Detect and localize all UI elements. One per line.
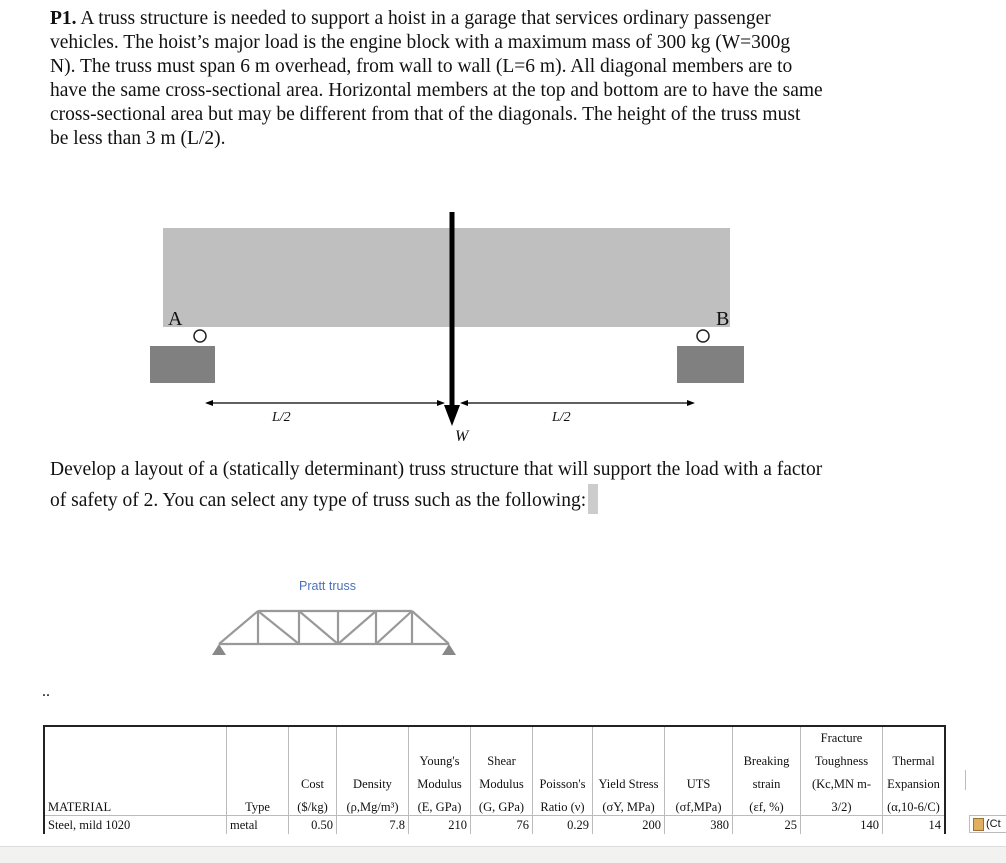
table-cell: 14 <box>882 815 946 834</box>
table-cell: 25 <box>732 815 801 834</box>
column-header: Type <box>226 726 289 819</box>
header-text: Density <box>353 777 392 791</box>
label-b: B <box>716 308 730 330</box>
problem-line: have the same cross-sectional area. Hori… <box>50 80 823 101</box>
pratt-truss-diagram <box>212 609 456 655</box>
table-cell: 380 <box>664 815 733 834</box>
truss-caption: Pratt truss <box>299 579 356 593</box>
problem-line: vehicles. The hoist’s major load is the … <box>50 32 791 53</box>
column-header: Cost ($/kg) <box>288 726 337 819</box>
column-header: UTS (σf,MPa) <box>664 726 733 819</box>
ellipsis: .. <box>42 683 50 700</box>
column-header: Density (ρ,Mg/m³) <box>336 726 409 819</box>
table-cell: 200 <box>592 815 665 834</box>
material-table-row: Steel, mild 1020 metal 0.50 7.8 210 76 0.29 200… <box>43 815 946 834</box>
header-text: (Kc,MN m-3/2) <box>811 777 871 814</box>
table-cell: 0.50 <box>288 815 337 834</box>
problem-line: N). The truss must span 6 m overhead, fr… <box>50 56 793 77</box>
column-header: Thermal Expansion (α,10-6/C) <box>882 726 945 819</box>
column-header: Poisson's Ratio (ν) <box>532 726 593 819</box>
header-text: Yield Stress <box>598 777 659 791</box>
table-cell: 210 <box>408 815 471 834</box>
status-bar <box>0 846 1006 863</box>
header-text: strain <box>752 777 781 791</box>
column-header: Shear Modulus (G, GPa) <box>470 726 533 819</box>
hoist-diagram <box>150 212 744 426</box>
header-text: Expansion <box>887 777 940 791</box>
table-cell: 0.29 <box>532 815 593 834</box>
develop-line: of safety of 2. You can select any type … <box>50 484 599 514</box>
label-load: W <box>455 428 469 445</box>
header-text: Cost <box>301 777 324 791</box>
column-header: Breaking strain (εf, %) <box>732 726 801 819</box>
label-half-span-right: L/2 <box>552 410 571 425</box>
table-cell: 140 <box>800 815 883 834</box>
column-header: Young's Modulus (E, GPa) <box>408 726 471 819</box>
develop-line: Develop a layout of a (statically determ… <box>50 459 823 480</box>
column-header: Yield Stress (σY, MPa) <box>592 726 665 819</box>
table-cell: 7.8 <box>336 815 409 834</box>
table-cell: Steel, mild 1020 <box>43 815 227 834</box>
header-text: Modulus <box>479 777 524 791</box>
header-text: Modulus <box>417 777 462 791</box>
support-pin-a <box>193 329 207 343</box>
header-text: Thermal <box>892 754 935 768</box>
header-text: Fracture <box>820 731 863 745</box>
header-text: Poisson's <box>539 777 586 791</box>
header-text: Shear <box>487 754 516 768</box>
header-text: Breaking <box>743 754 790 768</box>
table-cell: 76 <box>470 815 533 834</box>
header-text: Young's <box>419 754 460 768</box>
wall-support-right <box>677 346 744 383</box>
load-arrow-head <box>444 405 460 426</box>
support-pin-b <box>696 329 710 343</box>
table-cell: metal <box>226 815 289 834</box>
material-table-header: MATERIAL Type Cost ($/kg) Density (ρ,Mg/m³) Yo… <box>43 725 946 819</box>
text-cursor <box>588 484 599 514</box>
column-header: Fracture Toughness (Kc,MN m-3/2) <box>800 726 883 819</box>
beam <box>163 228 730 327</box>
label-a: A <box>168 308 183 330</box>
header-text: Toughness <box>814 754 869 768</box>
problem-line: be less than 3 m (L/2). <box>50 128 226 149</box>
problem-line: P1. A truss structure is needed to suppo… <box>50 8 771 29</box>
label-half-span-left: L/2 <box>272 410 291 425</box>
clipboard-icon <box>973 817 984 831</box>
column-header: MATERIAL <box>43 726 227 819</box>
paste-options-button[interactable]: (Ct <box>969 815 1006 833</box>
problem-line: cross-sectional area but may be differen… <box>50 104 801 125</box>
wall-support-left <box>150 346 215 383</box>
header-text: UTS <box>686 777 711 791</box>
